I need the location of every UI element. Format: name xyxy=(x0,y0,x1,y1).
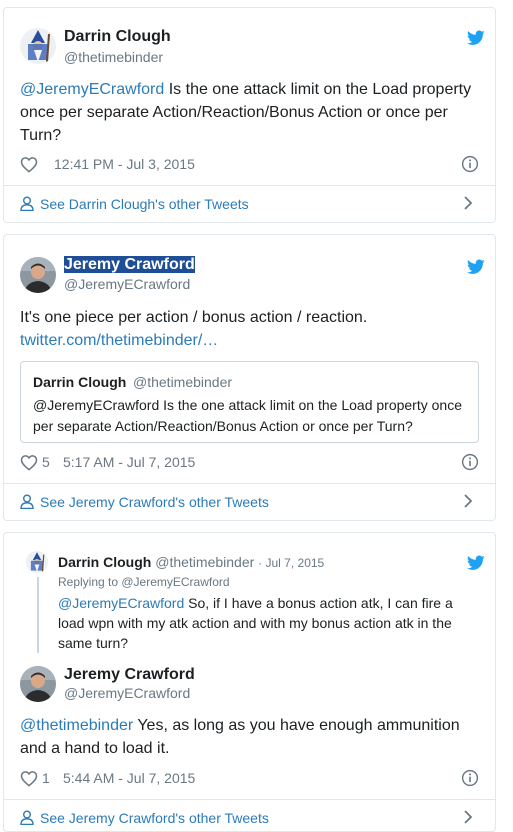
person-photo-icon xyxy=(20,257,56,293)
chevron-right-icon xyxy=(464,810,473,824)
like-heart-icon[interactable] xyxy=(20,770,38,787)
chevron-right-icon xyxy=(464,196,473,210)
like-heart-icon[interactable] xyxy=(20,156,38,173)
chevron-right-icon xyxy=(464,494,473,508)
parent-date[interactable]: · Jul 7, 2015 xyxy=(258,556,324,570)
quoted-author-handle: @thetimebinder xyxy=(133,374,233,390)
timestamp-link[interactable]: 5:44 AM - Jul 7, 2015 xyxy=(63,770,195,786)
divider xyxy=(4,799,495,800)
tweet-text: It's one piece per action / bonus action… xyxy=(20,306,481,352)
author-handle[interactable]: @JeremyECrawford xyxy=(64,685,190,701)
like-count: 5 xyxy=(42,454,50,470)
person-photo-icon xyxy=(20,666,56,702)
parent-text: @JeremyECrawford So, if I have a bonus a… xyxy=(58,593,467,653)
person-icon xyxy=(20,196,34,211)
tweet-text: @thetimebinder Yes, as long as you have … xyxy=(20,714,481,760)
divider xyxy=(4,483,495,484)
tweet-body: It's one piece per action / bonus action… xyxy=(20,309,368,326)
see-other-tweets-link[interactable]: See Darrin Clough's other Tweets xyxy=(20,193,483,215)
person-icon xyxy=(20,810,34,825)
author-name[interactable]: Jeremy Crawford xyxy=(64,256,195,274)
mention-link[interactable]: @JeremyECrawford xyxy=(20,81,164,98)
tweet-meta: 5 5:17 AM - Jul 7, 2015 xyxy=(20,453,481,473)
twitter-bird-icon[interactable] xyxy=(467,30,485,46)
parent-header: Darrin Clough @thetimebinder · Jul 7, 20… xyxy=(58,554,324,570)
timestamp-link[interactable]: 12:41 PM - Jul 3, 2015 xyxy=(54,156,195,172)
like-heart-icon[interactable] xyxy=(20,454,38,471)
avatar-jeremy[interactable] xyxy=(20,666,56,702)
person-icon xyxy=(20,494,34,509)
replying-to: Replying to @JeremyECrawford xyxy=(58,575,230,589)
author-handle[interactable]: @thetimebinder xyxy=(64,49,163,65)
author-name-selected[interactable]: Jeremy Crawford xyxy=(64,256,195,273)
info-icon[interactable] xyxy=(461,453,479,471)
info-icon[interactable] xyxy=(461,769,479,787)
quoted-text: @JeremyECrawford Is the one attack limit… xyxy=(33,397,462,434)
twitter-bird-icon[interactable] xyxy=(467,555,485,571)
see-other-tweets-label: See Jeremy Crawford's other Tweets xyxy=(40,494,269,510)
avatar-darrin[interactable] xyxy=(20,28,56,64)
tweet-card-2: Jeremy Crawford @JeremyECrawford It's on… xyxy=(3,234,496,521)
quoted-author-name: Darrin Clough xyxy=(33,374,127,390)
author-handle[interactable]: @JeremyECrawford xyxy=(64,276,190,292)
see-other-tweets-link[interactable]: See Jeremy Crawford's other Tweets xyxy=(20,807,483,829)
tweet-meta: 1 5:44 AM - Jul 7, 2015 xyxy=(20,769,481,789)
author-name[interactable]: Jeremy Crawford xyxy=(64,666,195,684)
parent-author-name[interactable]: Darrin Clough xyxy=(58,554,151,570)
tweet-meta: 12:41 PM - Jul 3, 2015 xyxy=(20,155,481,175)
tweet-text: @JeremyECrawford Is the one attack limit… xyxy=(20,78,481,147)
timestamp-link[interactable]: 5:17 AM - Jul 7, 2015 xyxy=(63,454,195,470)
twitter-bird-icon[interactable] xyxy=(467,259,485,275)
reply-thread-line xyxy=(37,577,39,653)
wizard-avatar-icon xyxy=(26,551,48,573)
tweet-card-1: Darrin Clough @thetimebinder @JeremyECra… xyxy=(3,7,496,223)
quoted-tweet[interactable]: Darrin Clough @thetimebinder @JeremyECra… xyxy=(20,361,479,443)
mention-link[interactable]: @thetimebinder xyxy=(20,717,133,734)
wizard-avatar-icon xyxy=(20,28,56,64)
see-other-tweets-link[interactable]: See Jeremy Crawford's other Tweets xyxy=(20,491,483,513)
avatar-jeremy[interactable] xyxy=(20,257,56,293)
divider xyxy=(4,185,495,186)
see-other-tweets-label: See Darrin Clough's other Tweets xyxy=(40,196,249,212)
author-name[interactable]: Darrin Clough xyxy=(64,28,171,46)
info-icon[interactable] xyxy=(461,155,479,173)
parent-mention-link[interactable]: @JeremyECrawford xyxy=(58,595,184,611)
like-count: 1 xyxy=(42,770,50,786)
see-other-tweets-label: See Jeremy Crawford's other Tweets xyxy=(40,810,269,826)
tweet-link[interactable]: twitter.com/thetimebinder/… xyxy=(20,329,481,352)
parent-avatar-darrin[interactable] xyxy=(26,551,48,573)
parent-author-handle[interactable]: @thetimebinder xyxy=(155,554,254,570)
tweet-card-3: Darrin Clough @thetimebinder · Jul 7, 20… xyxy=(3,532,496,832)
